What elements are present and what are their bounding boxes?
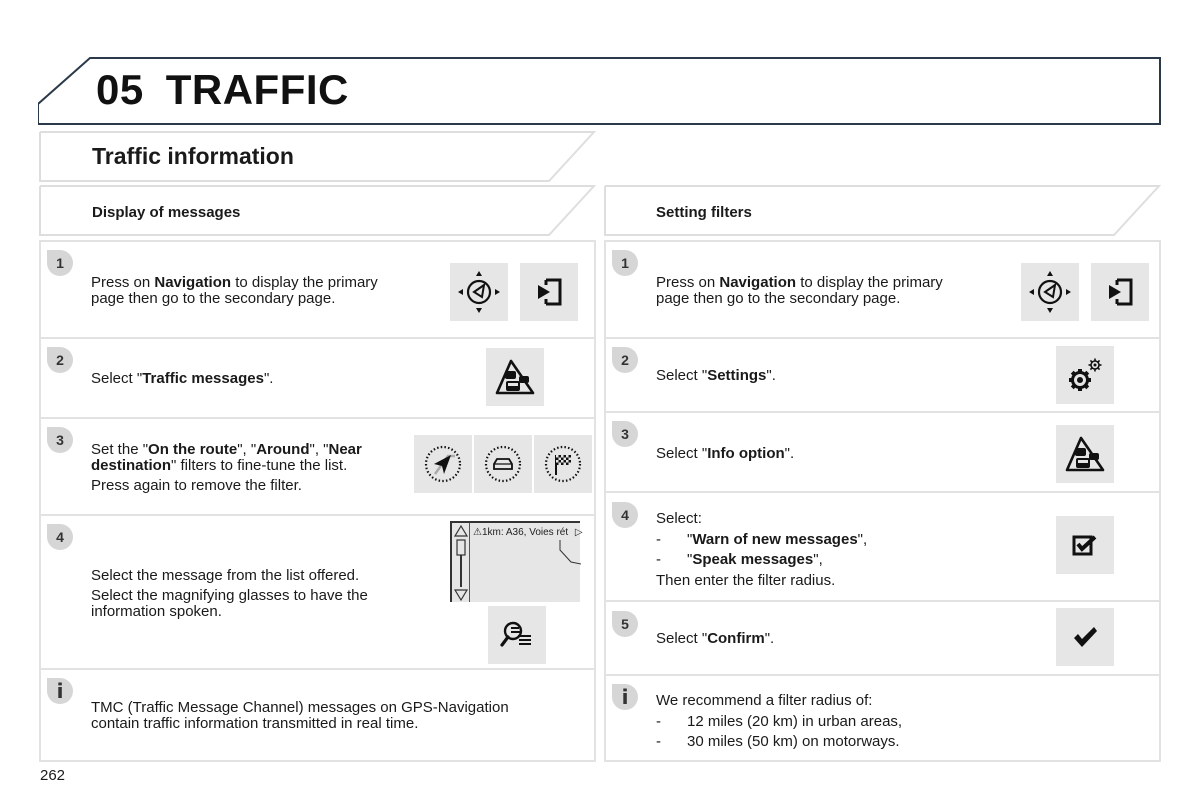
divider: [606, 600, 1159, 602]
secondary-page-icon: [1109, 278, 1133, 306]
secondary-page-icon: [538, 278, 562, 306]
left-steps-panel: [39, 240, 596, 762]
step-text: Press on Navigation to display the prima…: [91, 274, 378, 307]
step-text: Select "Settings".: [656, 367, 776, 384]
step-text: Select "Confirm".: [656, 630, 775, 647]
magnifying-glass-list-icon: [500, 621, 531, 647]
step-text: Select: - "Warn of new messages", - "Speak…: [656, 510, 868, 589]
chapter-name: TRAFFIC: [165, 66, 349, 113]
message-list-screen: ⚠1km: A36, Voies rét ▷: [450, 521, 583, 602]
warning-icon: ⚠: [473, 527, 482, 538]
right-column-title: Setting filters: [656, 204, 752, 221]
navigation-icon: [458, 271, 500, 313]
divider: [606, 674, 1159, 676]
message-list-scrollbar[interactable]: [452, 523, 470, 602]
on-the-route-filter-button[interactable]: [414, 435, 472, 493]
settings-button[interactable]: [1056, 346, 1114, 404]
navigation-button[interactable]: [450, 263, 508, 321]
divider: [41, 668, 594, 670]
confirm-check-icon: [1074, 627, 1097, 647]
secondary-page-button[interactable]: [520, 263, 578, 321]
left-column-title: Display of messages: [92, 204, 241, 221]
step-badge: 4: [612, 502, 638, 528]
speak-message-button[interactable]: [488, 606, 546, 664]
divider: [41, 337, 594, 339]
navigation-icon: [1029, 271, 1071, 313]
chapter-number: 05: [96, 66, 144, 113]
traffic-messages-button[interactable]: [486, 348, 544, 406]
step-badge: 2: [47, 347, 73, 373]
settings-icon: [1069, 358, 1102, 391]
chapter-title: 05 TRAFFIC: [96, 66, 349, 114]
step-badge: 2: [612, 347, 638, 373]
secondary-page-button[interactable]: [1091, 263, 1149, 321]
step-badge: 1: [612, 250, 638, 276]
warn-speak-messages-checkbox[interactable]: [1056, 516, 1114, 574]
divider: [606, 337, 1159, 339]
traffic-messages-icon: [1065, 436, 1105, 472]
step-badge: 3: [612, 421, 638, 447]
step-badge: 1: [47, 250, 73, 276]
around-filter-icon: [484, 445, 522, 483]
message-list-item[interactable]: ⚠1km: A36, Voies rét ▷: [473, 527, 583, 538]
step-text: Select the message from the list offered…: [91, 567, 368, 620]
navigation-button[interactable]: [1021, 263, 1079, 321]
divider: [41, 514, 594, 516]
around-filter-button[interactable]: [474, 435, 532, 493]
page-number: 262: [40, 767, 66, 784]
traffic-messages-icon: [495, 359, 535, 395]
info-text: TMC (Traffic Message Channel) messages o…: [91, 699, 509, 732]
divider: [41, 417, 594, 419]
info-badge: i: [47, 678, 73, 704]
screen-tab-corner: [559, 540, 581, 565]
info-text: We recommend a filter radius of: -12 mil…: [656, 692, 903, 750]
step-text: Set the "On the route", "Around", "Near …: [91, 441, 362, 494]
step-text: Select "Traffic messages".: [91, 370, 274, 387]
step-text: Press on Navigation to display the prima…: [656, 274, 943, 307]
confirm-button[interactable]: [1056, 608, 1114, 666]
play-arrow-icon: ▷: [574, 527, 583, 538]
step-badge: 5: [612, 611, 638, 637]
near-destination-filter-icon: [544, 445, 582, 483]
step-text: Select "Info option".: [656, 445, 795, 462]
step-badge: 3: [47, 427, 73, 453]
step-badge: 4: [47, 524, 73, 550]
info-option-button[interactable]: [1056, 425, 1114, 483]
on-the-route-filter-icon: [424, 445, 462, 483]
checkbox-checked-icon: [1072, 535, 1097, 556]
section-title: Traffic information: [92, 143, 294, 169]
divider: [606, 411, 1159, 413]
divider: [606, 491, 1159, 493]
info-badge: i: [612, 684, 638, 710]
near-destination-filter-button[interactable]: [534, 435, 592, 493]
